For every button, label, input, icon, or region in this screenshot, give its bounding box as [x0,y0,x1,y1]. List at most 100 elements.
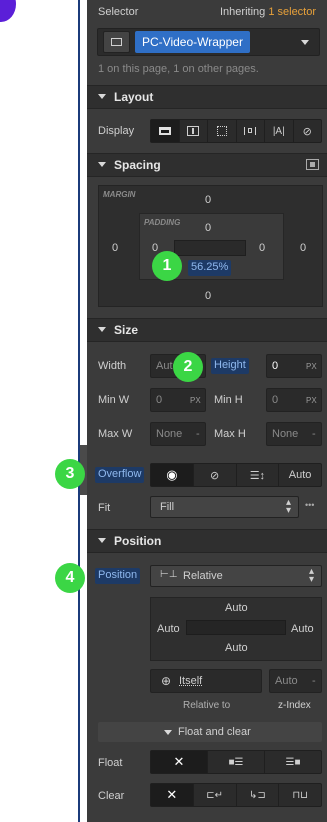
z-index-value: Auto [275,675,298,687]
minw-value: 0 [156,394,163,406]
minh-label: Min H [214,394,243,406]
float-right-button[interactable]: ☰■ [265,751,321,773]
annotation-badge-4: 4 [55,563,85,593]
spacing-expand-icon[interactable] [306,159,319,170]
minw-unit[interactable]: PX [190,396,201,405]
display-inline-block-button[interactable] [237,120,265,142]
margin-label: MARGIN [103,190,136,199]
float-left-button[interactable]: ■☰ [208,751,265,773]
clear-left-button[interactable]: ⊏↵ [194,784,237,806]
fit-more-icon[interactable]: ••• [305,500,314,510]
overflow-auto-button[interactable]: Auto [279,464,321,486]
float-left-icon: ■☰ [228,756,244,768]
relative-to-label: Relative to [183,700,231,711]
canvas-edge [78,0,80,822]
float-none-button[interactable]: ✕ [151,751,208,773]
annotation-badge-3: 3 [55,459,85,489]
inheriting-prefix: Inheriting [220,6,266,18]
position-relative-icon: ⊢⊥ [160,569,178,580]
overflow-label: Overflow [95,467,145,483]
display-label: Display [98,125,135,137]
inheriting-count-link[interactable]: 1 selector [268,6,316,18]
layout-title: Layout [114,90,154,104]
padding-left-value[interactable]: 0 [152,242,158,254]
grid-icon [216,126,227,136]
overflow-auto-label: Auto [288,469,312,481]
z-index-unit[interactable]: - [312,675,316,687]
selector-class-chip[interactable]: PC-Video-Wrapper [135,31,250,53]
margin-right-value[interactable]: 0 [300,242,306,254]
minh-value: 0 [272,394,279,406]
position-left-value[interactable]: Auto [157,623,180,635]
size-title: Size [114,323,139,337]
spacing-section-header[interactable]: Spacing [87,153,327,177]
margin-bottom-value[interactable]: 0 [205,290,211,302]
position-section-header[interactable]: Position [87,529,327,553]
padding-top-value[interactable]: 0 [205,222,211,234]
caret-down-icon [98,327,106,332]
clear-both-button[interactable]: ⊓⊔ [279,784,321,806]
clear-right-icon: ↳⊐ [248,789,266,801]
annotation-badge-2: 2 [173,352,203,382]
padding-bottom-value[interactable]: 56.25% [188,260,232,276]
height-label: Height [211,358,249,374]
caret-down-icon [164,730,172,735]
clear-both-icon: ⊓⊔ [292,789,308,801]
clear-none-button[interactable]: ✕ [151,784,194,806]
design-canvas[interactable] [0,0,80,822]
position-bottom-value[interactable]: Auto [225,642,248,654]
z-index-label: z-Index [278,700,311,711]
close-icon: ✕ [166,787,178,802]
padding-label: PADDING [144,218,181,227]
position-top-value[interactable]: Auto [225,602,248,614]
target-icon: ⊕ [161,674,172,688]
display-grid-button[interactable] [208,120,237,142]
clear-left-icon: ⊏↵ [206,789,223,801]
maxh-label: Max H [214,428,246,440]
float-right-icon: ☰■ [285,756,301,768]
chevron-down-icon[interactable] [301,40,309,45]
maxh-unit[interactable]: - [312,428,316,440]
overflow-hidden-button[interactable]: ⊘ [194,464,237,486]
relative-to-value: Itself [179,675,203,687]
size-section-header[interactable]: Size [87,318,327,342]
inheriting-text: Inheriting 1 selector [220,6,316,18]
stage: Selector Inheriting 1 selector PC-Video-… [0,0,327,822]
fit-value: Fill [160,501,175,513]
display-none-button[interactable]: ⊘ [294,120,322,142]
display-flex-button[interactable] [180,120,208,142]
minh-unit[interactable]: PX [306,396,317,405]
margin-left-value[interactable]: 0 [112,242,118,254]
position-label: Position [95,568,141,584]
selector-type-button[interactable] [103,31,130,53]
clear-segmented-control[interactable]: ✕ ⊏↵ ↳⊐ ⊓⊔ [150,783,322,807]
overflow-visible-button[interactable]: ◉ [151,464,194,486]
block-icon [158,127,171,135]
select-arrows-icon: ▴ ▾ [286,497,292,516]
layout-section-header[interactable]: Layout [87,85,327,109]
overflow-segmented-control[interactable]: ◉ ⊘ ☰↕ Auto [150,463,322,487]
overflow-scroll-button[interactable]: ☰↕ [237,464,280,486]
position-center-box [186,620,286,635]
flex-icon [187,126,200,136]
float-label: Float [98,757,123,769]
display-block-button[interactable] [151,120,180,142]
maxw-unit[interactable]: - [196,428,200,440]
clear-label: Clear [98,790,125,802]
display-segmented-control[interactable]: |A| ⊘ [150,119,322,143]
eye-slash-icon: ⊘ [210,469,220,482]
display-inline-button[interactable]: |A| [265,120,294,142]
select-arrows-icon: ▴ ▾ [309,566,315,585]
caret-down-icon [98,538,106,543]
float-segmented-control[interactable]: ✕ ■☰ ☰■ [150,750,322,774]
position-right-value[interactable]: Auto [291,623,314,635]
float-clear-label: Float and clear [178,726,251,738]
height-unit[interactable]: PX [306,362,317,371]
height-value: 0 [272,360,279,372]
padding-right-value[interactable]: 0 [259,242,265,254]
margin-top-value[interactable]: 0 [205,194,211,206]
selector-page-info: 1 on this page, 1 on other pages. [98,63,259,75]
eye-slash-icon: ⊘ [302,125,312,138]
width-label: Width [98,360,127,372]
clear-right-button[interactable]: ↳⊐ [237,784,280,806]
